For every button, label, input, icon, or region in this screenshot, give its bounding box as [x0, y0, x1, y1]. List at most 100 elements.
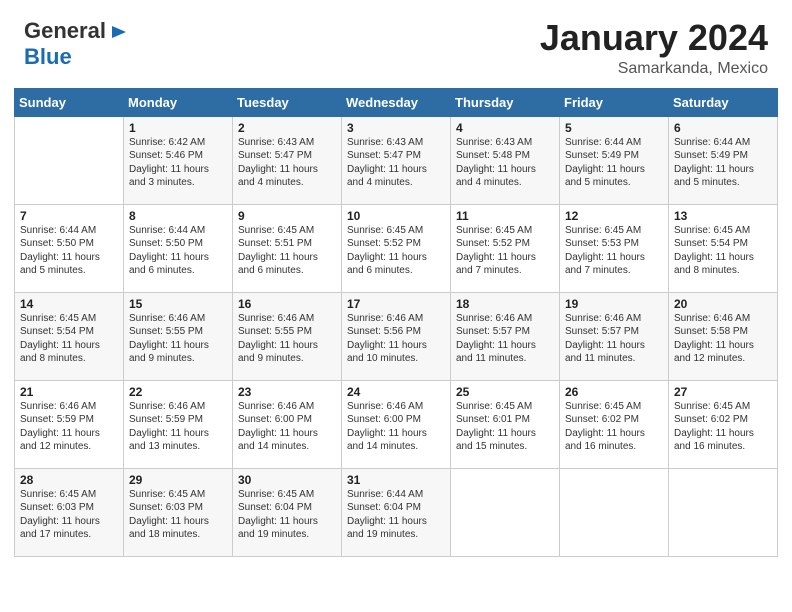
day-cell: 20 Sunrise: 6:46 AM Sunset: 5:58 PM Dayli… — [669, 292, 778, 380]
page: General Blue January 2024 Samarkanda, Me… — [0, 0, 792, 612]
day-number: 9 — [238, 209, 336, 223]
day-number: 6 — [674, 121, 772, 135]
day-cell: 25 Sunrise: 6:45 AM Sunset: 6:01 PM Dayli… — [451, 380, 560, 468]
day-detail: Sunrise: 6:45 AM Sunset: 6:04 PM Dayligh… — [238, 489, 318, 541]
day-cell: 8 Sunrise: 6:44 AM Sunset: 5:50 PM Daylig… — [124, 204, 233, 292]
day-detail: Sunrise: 6:46 AM Sunset: 5:59 PM Dayligh… — [20, 401, 100, 453]
day-number: 1 — [129, 121, 227, 135]
day-number: 8 — [129, 209, 227, 223]
header: General Blue January 2024 Samarkanda, Me… — [0, 0, 792, 88]
day-detail: Sunrise: 6:44 AM Sunset: 5:49 PM Dayligh… — [674, 137, 754, 189]
day-number: 7 — [20, 209, 118, 223]
day-cell — [669, 468, 778, 556]
week-row-1: 7 Sunrise: 6:44 AM Sunset: 5:50 PM Daylig… — [15, 204, 778, 292]
day-number: 31 — [347, 473, 445, 487]
day-detail: Sunrise: 6:44 AM Sunset: 6:04 PM Dayligh… — [347, 489, 427, 541]
day-detail: Sunrise: 6:43 AM Sunset: 5:48 PM Dayligh… — [456, 137, 536, 189]
day-number: 15 — [129, 297, 227, 311]
day-number: 3 — [347, 121, 445, 135]
day-cell: 26Sunrise: 6:45 AM Sunset: 6:02 PM Dayli… — [560, 380, 669, 468]
day-detail: Sunrise: 6:45 AM Sunset: 5:52 PM Dayligh… — [347, 225, 427, 277]
day-number: 14 — [20, 297, 118, 311]
day-number: 5 — [565, 121, 663, 135]
location: Samarkanda, Mexico — [540, 60, 768, 78]
week-row-0: 1 Sunrise: 6:42 AM Sunset: 5:46 PM Daylig… — [15, 116, 778, 204]
day-number: 30 — [238, 473, 336, 487]
day-detail: Sunrise: 6:46 AM Sunset: 5:56 PM Dayligh… — [347, 313, 427, 365]
day-detail: Sunrise: 6:46 AM Sunset: 6:00 PM Dayligh… — [347, 401, 427, 453]
day-detail: Sunrise: 6:46 AM Sunset: 5:55 PM Dayligh… — [129, 313, 209, 365]
day-number: 10 — [347, 209, 445, 223]
day-detail: Sunrise: 6:45 AM Sunset: 6:02 PM Dayligh… — [674, 401, 754, 453]
day-cell — [451, 468, 560, 556]
day-cell: 24Sunrise: 6:46 AM Sunset: 6:00 PM Dayli… — [342, 380, 451, 468]
day-cell: 1 Sunrise: 6:42 AM Sunset: 5:46 PM Daylig… — [124, 116, 233, 204]
day-detail: Sunrise: 6:45 AM Sunset: 5:51 PM Dayligh… — [238, 225, 318, 277]
logo-blue-text: Blue — [24, 44, 72, 69]
day-number: 28 — [20, 473, 118, 487]
day-cell: 4 Sunrise: 6:43 AM Sunset: 5:48 PM Daylig… — [451, 116, 560, 204]
day-number: 18 — [456, 297, 554, 311]
day-cell: 14 Sunrise: 6:45 AM Sunset: 5:54 PM Dayli… — [15, 292, 124, 380]
day-detail: Sunrise: 6:44 AM Sunset: 5:49 PM Dayligh… — [565, 137, 645, 189]
header-day-friday: Friday — [560, 88, 669, 116]
day-number: 23 — [238, 385, 336, 399]
day-number: 4 — [456, 121, 554, 135]
calendar-header: SundayMondayTuesdayWednesdayThursdayFrid… — [15, 88, 778, 116]
day-cell: 13Sunrise: 6:45 AM Sunset: 5:54 PM Dayli… — [669, 204, 778, 292]
day-number: 21 — [20, 385, 118, 399]
day-number: 29 — [129, 473, 227, 487]
day-number: 19 — [565, 297, 663, 311]
day-detail: Sunrise: 6:45 AM Sunset: 6:03 PM Dayligh… — [20, 489, 100, 541]
day-number: 11 — [456, 209, 554, 223]
header-day-tuesday: Tuesday — [233, 88, 342, 116]
day-detail: Sunrise: 6:42 AM Sunset: 5:46 PM Dayligh… — [129, 137, 209, 189]
day-cell: 18 Sunrise: 6:46 AM Sunset: 5:57 PM Dayli… — [451, 292, 560, 380]
day-detail: Sunrise: 6:46 AM Sunset: 5:57 PM Dayligh… — [456, 313, 536, 365]
day-cell: 7 Sunrise: 6:44 AM Sunset: 5:50 PM Daylig… — [15, 204, 124, 292]
day-detail: Sunrise: 6:44 AM Sunset: 5:50 PM Dayligh… — [129, 225, 209, 277]
day-number: 16 — [238, 297, 336, 311]
day-cell: 16Sunrise: 6:46 AM Sunset: 5:55 PM Dayli… — [233, 292, 342, 380]
day-detail: Sunrise: 6:46 AM Sunset: 6:00 PM Dayligh… — [238, 401, 318, 453]
day-number: 22 — [129, 385, 227, 399]
day-number: 20 — [674, 297, 772, 311]
header-day-wednesday: Wednesday — [342, 88, 451, 116]
day-cell: 29 Sunrise: 6:45 AM Sunset: 6:03 PM Dayli… — [124, 468, 233, 556]
header-row: SundayMondayTuesdayWednesdayThursdayFrid… — [15, 88, 778, 116]
day-cell: 15 Sunrise: 6:46 AM Sunset: 5:55 PM Dayli… — [124, 292, 233, 380]
day-cell: 9 Sunrise: 6:45 AM Sunset: 5:51 PM Daylig… — [233, 204, 342, 292]
day-cell: 30 Sunrise: 6:45 AM Sunset: 6:04 PM Dayli… — [233, 468, 342, 556]
day-cell: 31 Sunrise: 6:44 AM Sunset: 6:04 PM Dayli… — [342, 468, 451, 556]
day-cell: 23 Sunrise: 6:46 AM Sunset: 6:00 PM Dayli… — [233, 380, 342, 468]
day-cell: 28 Sunrise: 6:45 AM Sunset: 6:03 PM Dayli… — [15, 468, 124, 556]
day-number: 13 — [674, 209, 772, 223]
month-title: January 2024 — [540, 18, 768, 58]
day-number: 2 — [238, 121, 336, 135]
day-number: 27 — [674, 385, 772, 399]
day-cell: 3 Sunrise: 6:43 AM Sunset: 5:47 PM Daylig… — [342, 116, 451, 204]
day-cell: 27 Sunrise: 6:45 AM Sunset: 6:02 PM Dayli… — [669, 380, 778, 468]
calendar-body: 1 Sunrise: 6:42 AM Sunset: 5:46 PM Daylig… — [15, 116, 778, 556]
day-detail: Sunrise: 6:45 AM Sunset: 5:54 PM Dayligh… — [20, 313, 100, 365]
day-detail: Sunrise: 6:43 AM Sunset: 5:47 PM Dayligh… — [347, 137, 427, 189]
day-cell: 17Sunrise: 6:46 AM Sunset: 5:56 PM Dayli… — [342, 292, 451, 380]
day-detail: Sunrise: 6:45 AM Sunset: 6:01 PM Dayligh… — [456, 401, 536, 453]
day-cell: 5 Sunrise: 6:44 AM Sunset: 5:49 PM Daylig… — [560, 116, 669, 204]
day-number: 25 — [456, 385, 554, 399]
day-detail: Sunrise: 6:46 AM Sunset: 5:59 PM Dayligh… — [129, 401, 209, 453]
header-day-thursday: Thursday — [451, 88, 560, 116]
header-day-saturday: Saturday — [669, 88, 778, 116]
calendar-table: SundayMondayTuesdayWednesdayThursdayFrid… — [14, 88, 778, 557]
logo-flag-icon — [108, 22, 130, 44]
day-detail: Sunrise: 6:45 AM Sunset: 5:52 PM Dayligh… — [456, 225, 536, 277]
header-day-monday: Monday — [124, 88, 233, 116]
day-detail: Sunrise: 6:46 AM Sunset: 5:58 PM Dayligh… — [674, 313, 754, 365]
calendar: SundayMondayTuesdayWednesdayThursdayFrid… — [0, 88, 792, 612]
day-cell — [560, 468, 669, 556]
day-cell: 2Sunrise: 6:43 AM Sunset: 5:47 PM Daylig… — [233, 116, 342, 204]
day-cell: 22 Sunrise: 6:46 AM Sunset: 5:59 PM Dayli… — [124, 380, 233, 468]
day-detail: Sunrise: 6:44 AM Sunset: 5:50 PM Dayligh… — [20, 225, 100, 277]
day-detail: Sunrise: 6:45 AM Sunset: 6:03 PM Dayligh… — [129, 489, 209, 541]
day-cell: 19Sunrise: 6:46 AM Sunset: 5:57 PM Dayli… — [560, 292, 669, 380]
